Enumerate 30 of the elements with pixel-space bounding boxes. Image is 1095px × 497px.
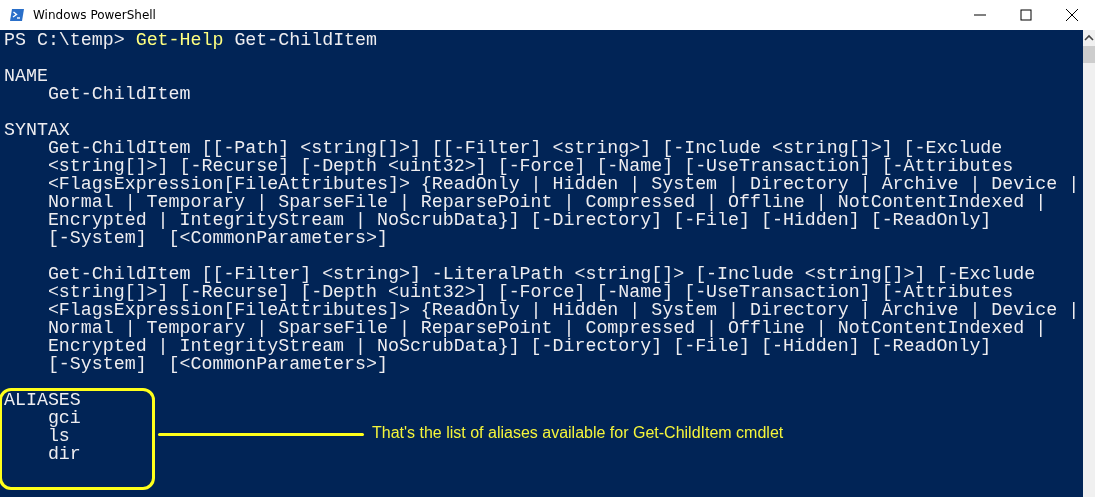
prompt-text: PS C:\temp> bbox=[4, 30, 126, 50]
powershell-icon bbox=[9, 7, 25, 23]
scrollbar-thumb[interactable] bbox=[1083, 46, 1095, 63]
console-text: Get-ChildItem [[-Filter] <string>] -LiteralPath <string[]> [-Include <string[]>] [-Exclude bbox=[47, 264, 1036, 284]
console-text: gci bbox=[47, 408, 81, 428]
console-text: Normal | Temporary | SparseFile | ReparsePoint | Compressed | Offline | NotContentIndexed | bbox=[47, 318, 1047, 338]
console-text: <FlagsExpression[FileAttributes]> {ReadOnly | Hidden | System | Directory | Archive | Device | bbox=[47, 174, 1080, 194]
console-text: Get-ChildItem [[-Path] <string[]>] [[-Filter] <string>] [-Include <string[]>] [-Exclude bbox=[47, 138, 1003, 158]
console-text: <FlagsExpression[FileAttributes]> {ReadOnly | Hidden | System | Directory | Archive | Device | bbox=[47, 300, 1080, 320]
annotation-text: That's the list of aliases available for Get-ChildItem cmdlet bbox=[372, 424, 784, 442]
close-icon bbox=[1065, 8, 1079, 22]
scrollbar[interactable] bbox=[1083, 30, 1095, 497]
section-heading: SYNTAX bbox=[4, 121, 71, 139]
scroll-up-icon[interactable] bbox=[1084, 34, 1094, 42]
section-heading: ALIASES bbox=[4, 391, 82, 409]
console-text: Encrypted | IntegrityStream | NoScrubData}] [-Directory] [-File] [-Hidden] [-ReadOnly] bbox=[47, 336, 992, 356]
command-text: Get-Help bbox=[135, 30, 224, 50]
maximize-icon bbox=[1019, 8, 1033, 22]
console-text: Normal | Temporary | SparseFile | ReparsePoint | Compressed | Offline | NotContentIndexed | bbox=[47, 192, 1047, 212]
argument-text: Get-ChildItem bbox=[233, 30, 377, 50]
console-text: <string[]>] [-Recurse] [-Depth <uint32>] [-Force] [-Name] [-UseTransaction] [-Attributes bbox=[47, 156, 1014, 176]
console-text: Encrypted | IntegrityStream | NoScrubData}] [-Directory] [-File] [-Hidden] [-ReadOnly] bbox=[47, 210, 992, 230]
console-text: Get-ChildItem bbox=[47, 84, 191, 104]
console-text: dir bbox=[47, 444, 81, 464]
console-text: <string[]>] [-Recurse] [-Depth <uint32>] [-Force] [-Name] [-UseTransaction] [-Attributes bbox=[47, 282, 1014, 302]
console-text: [-System] [<CommonParameters>] bbox=[47, 354, 388, 374]
console-text: [-System] [<CommonParameters>] bbox=[47, 228, 388, 248]
console-text: ls bbox=[47, 426, 70, 446]
window-title: Windows PowerShell bbox=[33, 8, 156, 22]
section-heading: NAME bbox=[4, 67, 49, 85]
